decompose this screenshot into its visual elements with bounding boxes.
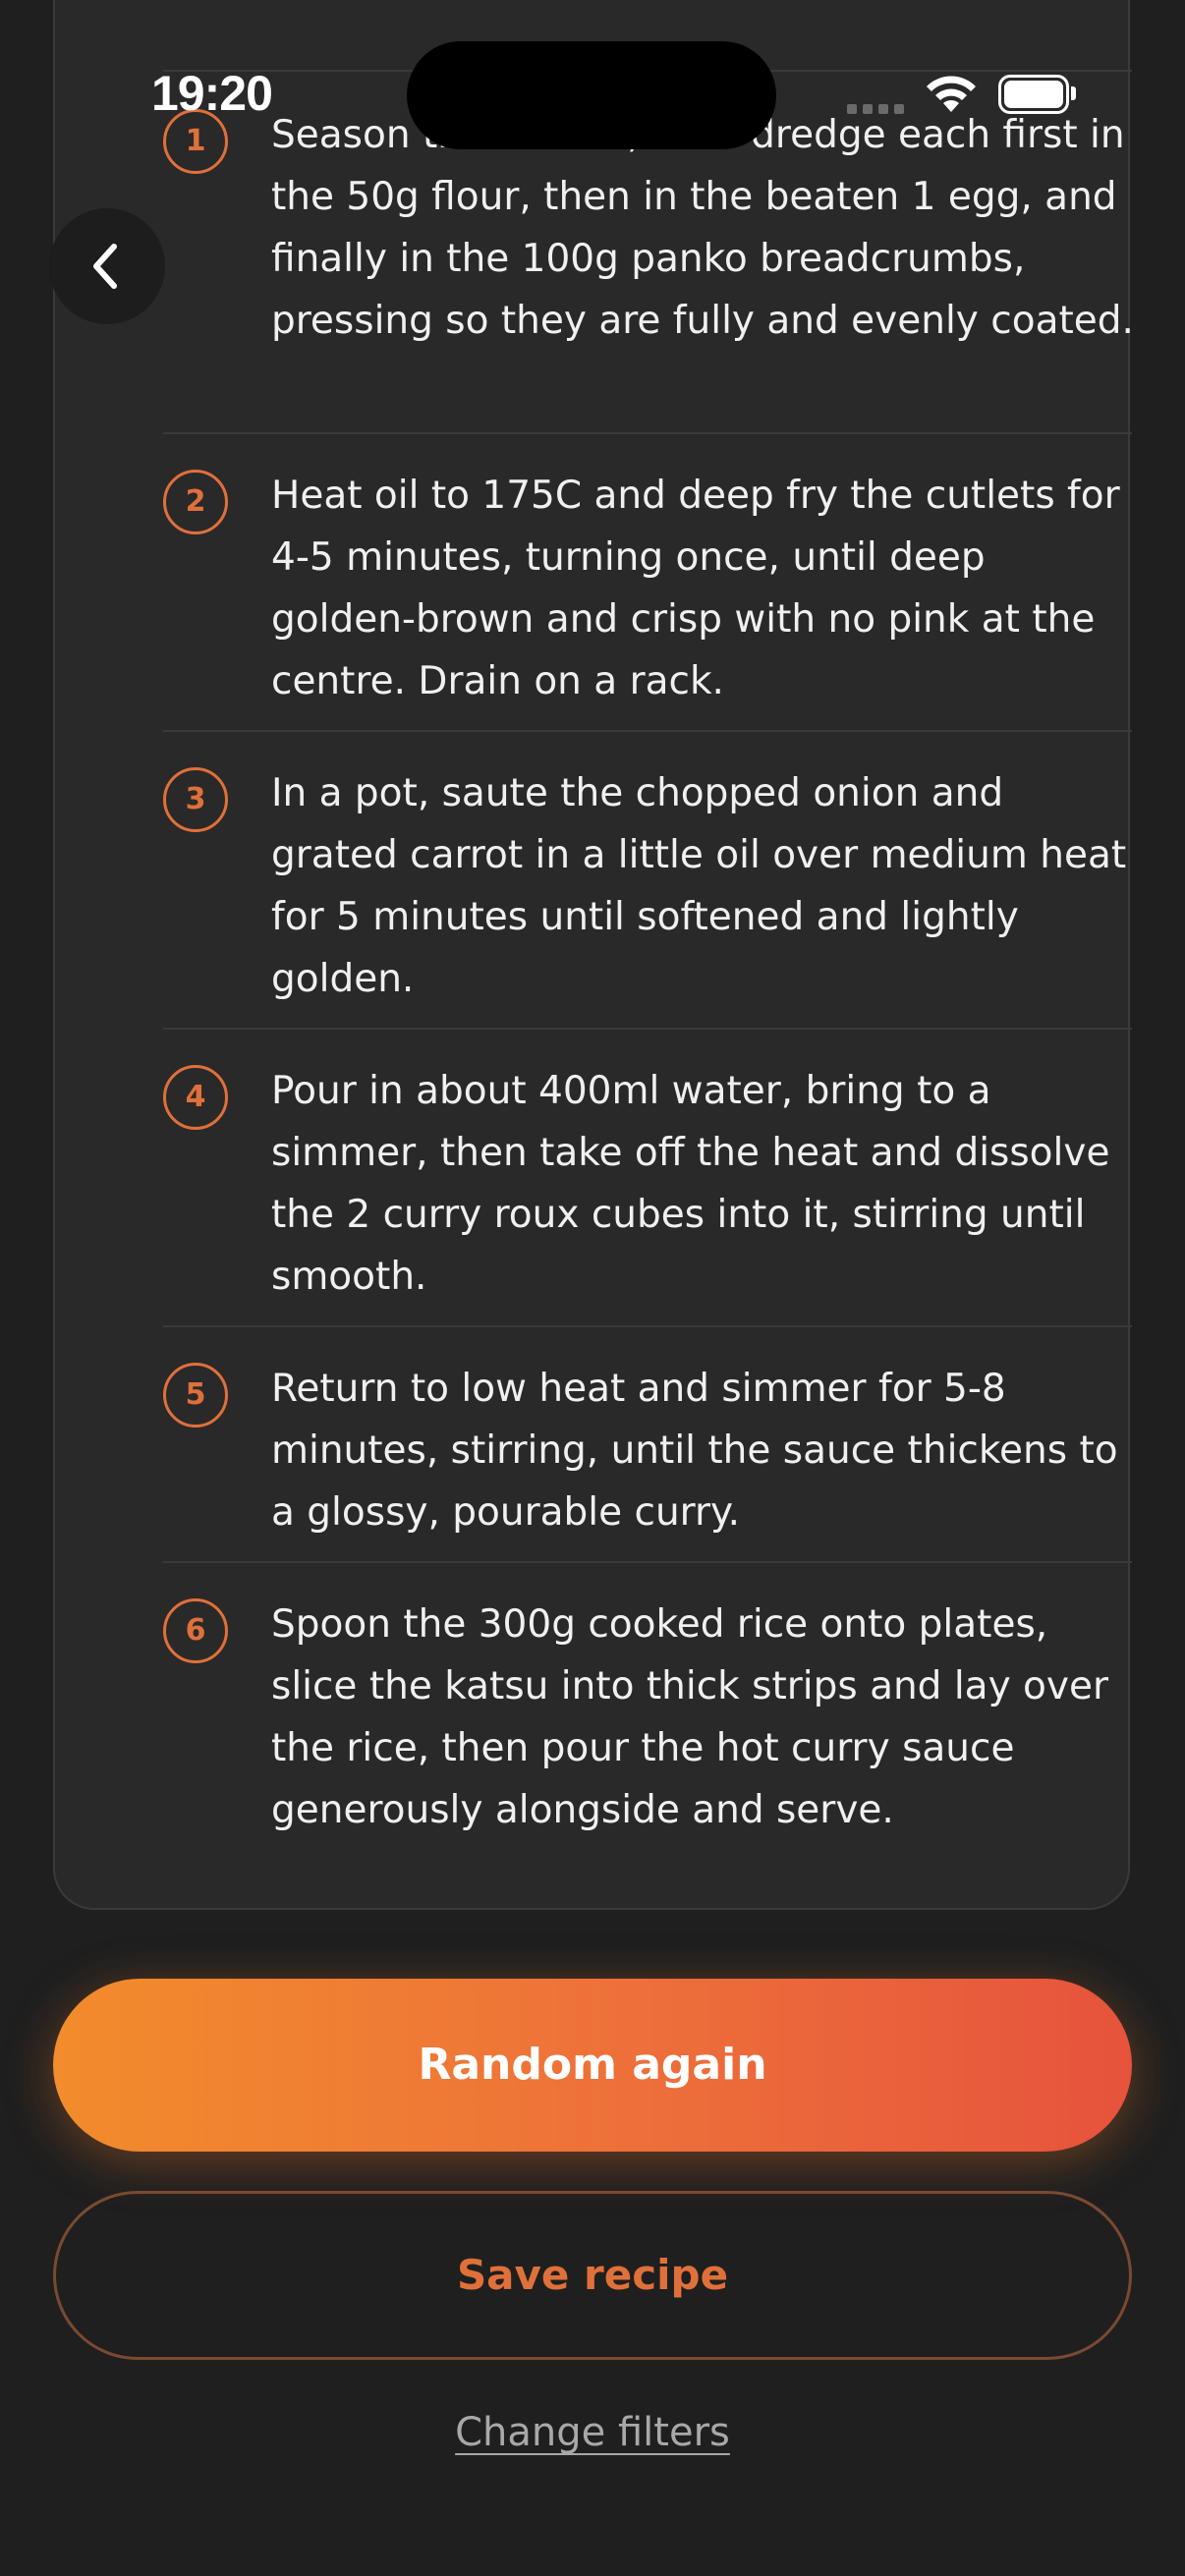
step-number-badge: 4 [163, 1065, 228, 1130]
step-text: Spoon the 300g cooked rice onto plates, … [271, 1602, 1109, 1832]
random-again-button[interactable]: Random again [53, 1979, 1132, 2152]
status-bar-time: 19:20 [151, 66, 273, 121]
step-number-badge: 6 [163, 1598, 228, 1663]
recipe-screen: 1 Season the cutlets, then dredge each f… [0, 0, 1185, 2576]
step-number-badge: 2 [163, 470, 228, 534]
step-text: Heat oil to 175C and deep fry the cutlet… [271, 474, 1120, 703]
step-divider [163, 730, 1132, 732]
step-divider [163, 1561, 1132, 1563]
step-divider [163, 1325, 1132, 1327]
wifi-icon [927, 76, 976, 112]
back-button[interactable] [49, 208, 165, 324]
save-recipe-button[interactable]: Save recipe [53, 2191, 1132, 2360]
step-text: In a pot, saute the chopped onion and gr… [271, 771, 1127, 1001]
cellular-signal-icon [847, 104, 906, 114]
battery-full-icon [998, 75, 1069, 114]
step-text: Return to low heat and simmer for 5-8 mi… [271, 1367, 1118, 1535]
step-divider [163, 1028, 1132, 1030]
step-text: Pour in about 400ml water, bring to a si… [271, 1069, 1110, 1299]
dynamic-island [407, 41, 776, 149]
change-filters-link[interactable]: Change filters [455, 2410, 730, 2455]
change-filters-row: Change filters [0, 2403, 1185, 2462]
instructions-card: 1 Season the cutlets, then dredge each f… [53, 0, 1134, 1910]
step-number-badge: 3 [163, 767, 228, 832]
battery-cap [1071, 86, 1076, 100]
chevron-left-icon [93, 244, 117, 289]
step-divider [163, 432, 1132, 434]
step-number-badge: 5 [163, 1363, 228, 1428]
